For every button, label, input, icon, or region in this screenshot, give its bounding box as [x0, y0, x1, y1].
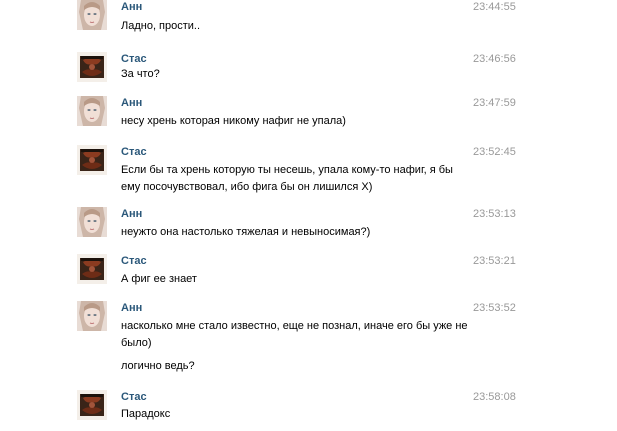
stas-avatar[interactable]	[77, 145, 107, 175]
author-name[interactable]: Анн	[121, 302, 142, 314]
author-name[interactable]: Анн	[121, 1, 142, 13]
message-text: несу хрень которая никому нафиг не упала…	[121, 115, 346, 127]
message-text: За что?	[121, 68, 160, 80]
stas-avatar[interactable]	[77, 254, 107, 284]
author-name[interactable]: Стас	[121, 53, 147, 65]
message-text: Ладно, прости..	[121, 20, 201, 32]
stas-avatar[interactable]	[77, 52, 107, 82]
message-time: 23:58:08	[473, 391, 516, 403]
author-name[interactable]: Анн	[121, 97, 142, 109]
author-name[interactable]: Стас	[121, 391, 147, 403]
author-name[interactable]: Стас	[121, 146, 147, 158]
message-time: 23:52:45	[473, 146, 516, 158]
message-text: А фиг ее знает	[121, 273, 197, 285]
ann-avatar[interactable]	[77, 0, 107, 30]
message-text: насколько мне стало известно, еще не поз…	[121, 320, 468, 332]
ann-avatar[interactable]	[77, 96, 107, 126]
message-text: Парадокс	[121, 408, 171, 420]
message-text: Если бы та хрень которую ты несешь, упал…	[121, 164, 453, 176]
message-text: логично ведь?	[121, 360, 195, 372]
message-text: ему посочувствовал, ибо фига бы он лишил…	[121, 181, 373, 193]
ann-avatar[interactable]	[77, 301, 107, 331]
ann-avatar[interactable]	[77, 207, 107, 237]
message-time: 23:47:59	[473, 97, 516, 109]
stas-avatar[interactable]	[77, 390, 107, 420]
message-time: 23:53:52	[473, 302, 516, 314]
message-time: 23:53:21	[473, 255, 516, 267]
author-name[interactable]: Стас	[121, 255, 147, 267]
message-time: 23:53:13	[473, 208, 516, 220]
message-text: было)	[121, 337, 152, 349]
message-text: неужто она настолько тяжелая и невыносим…	[121, 226, 371, 238]
message-time: 23:46:56	[473, 53, 516, 65]
message-time: 23:44:55	[473, 1, 516, 13]
author-name[interactable]: Анн	[121, 208, 142, 220]
